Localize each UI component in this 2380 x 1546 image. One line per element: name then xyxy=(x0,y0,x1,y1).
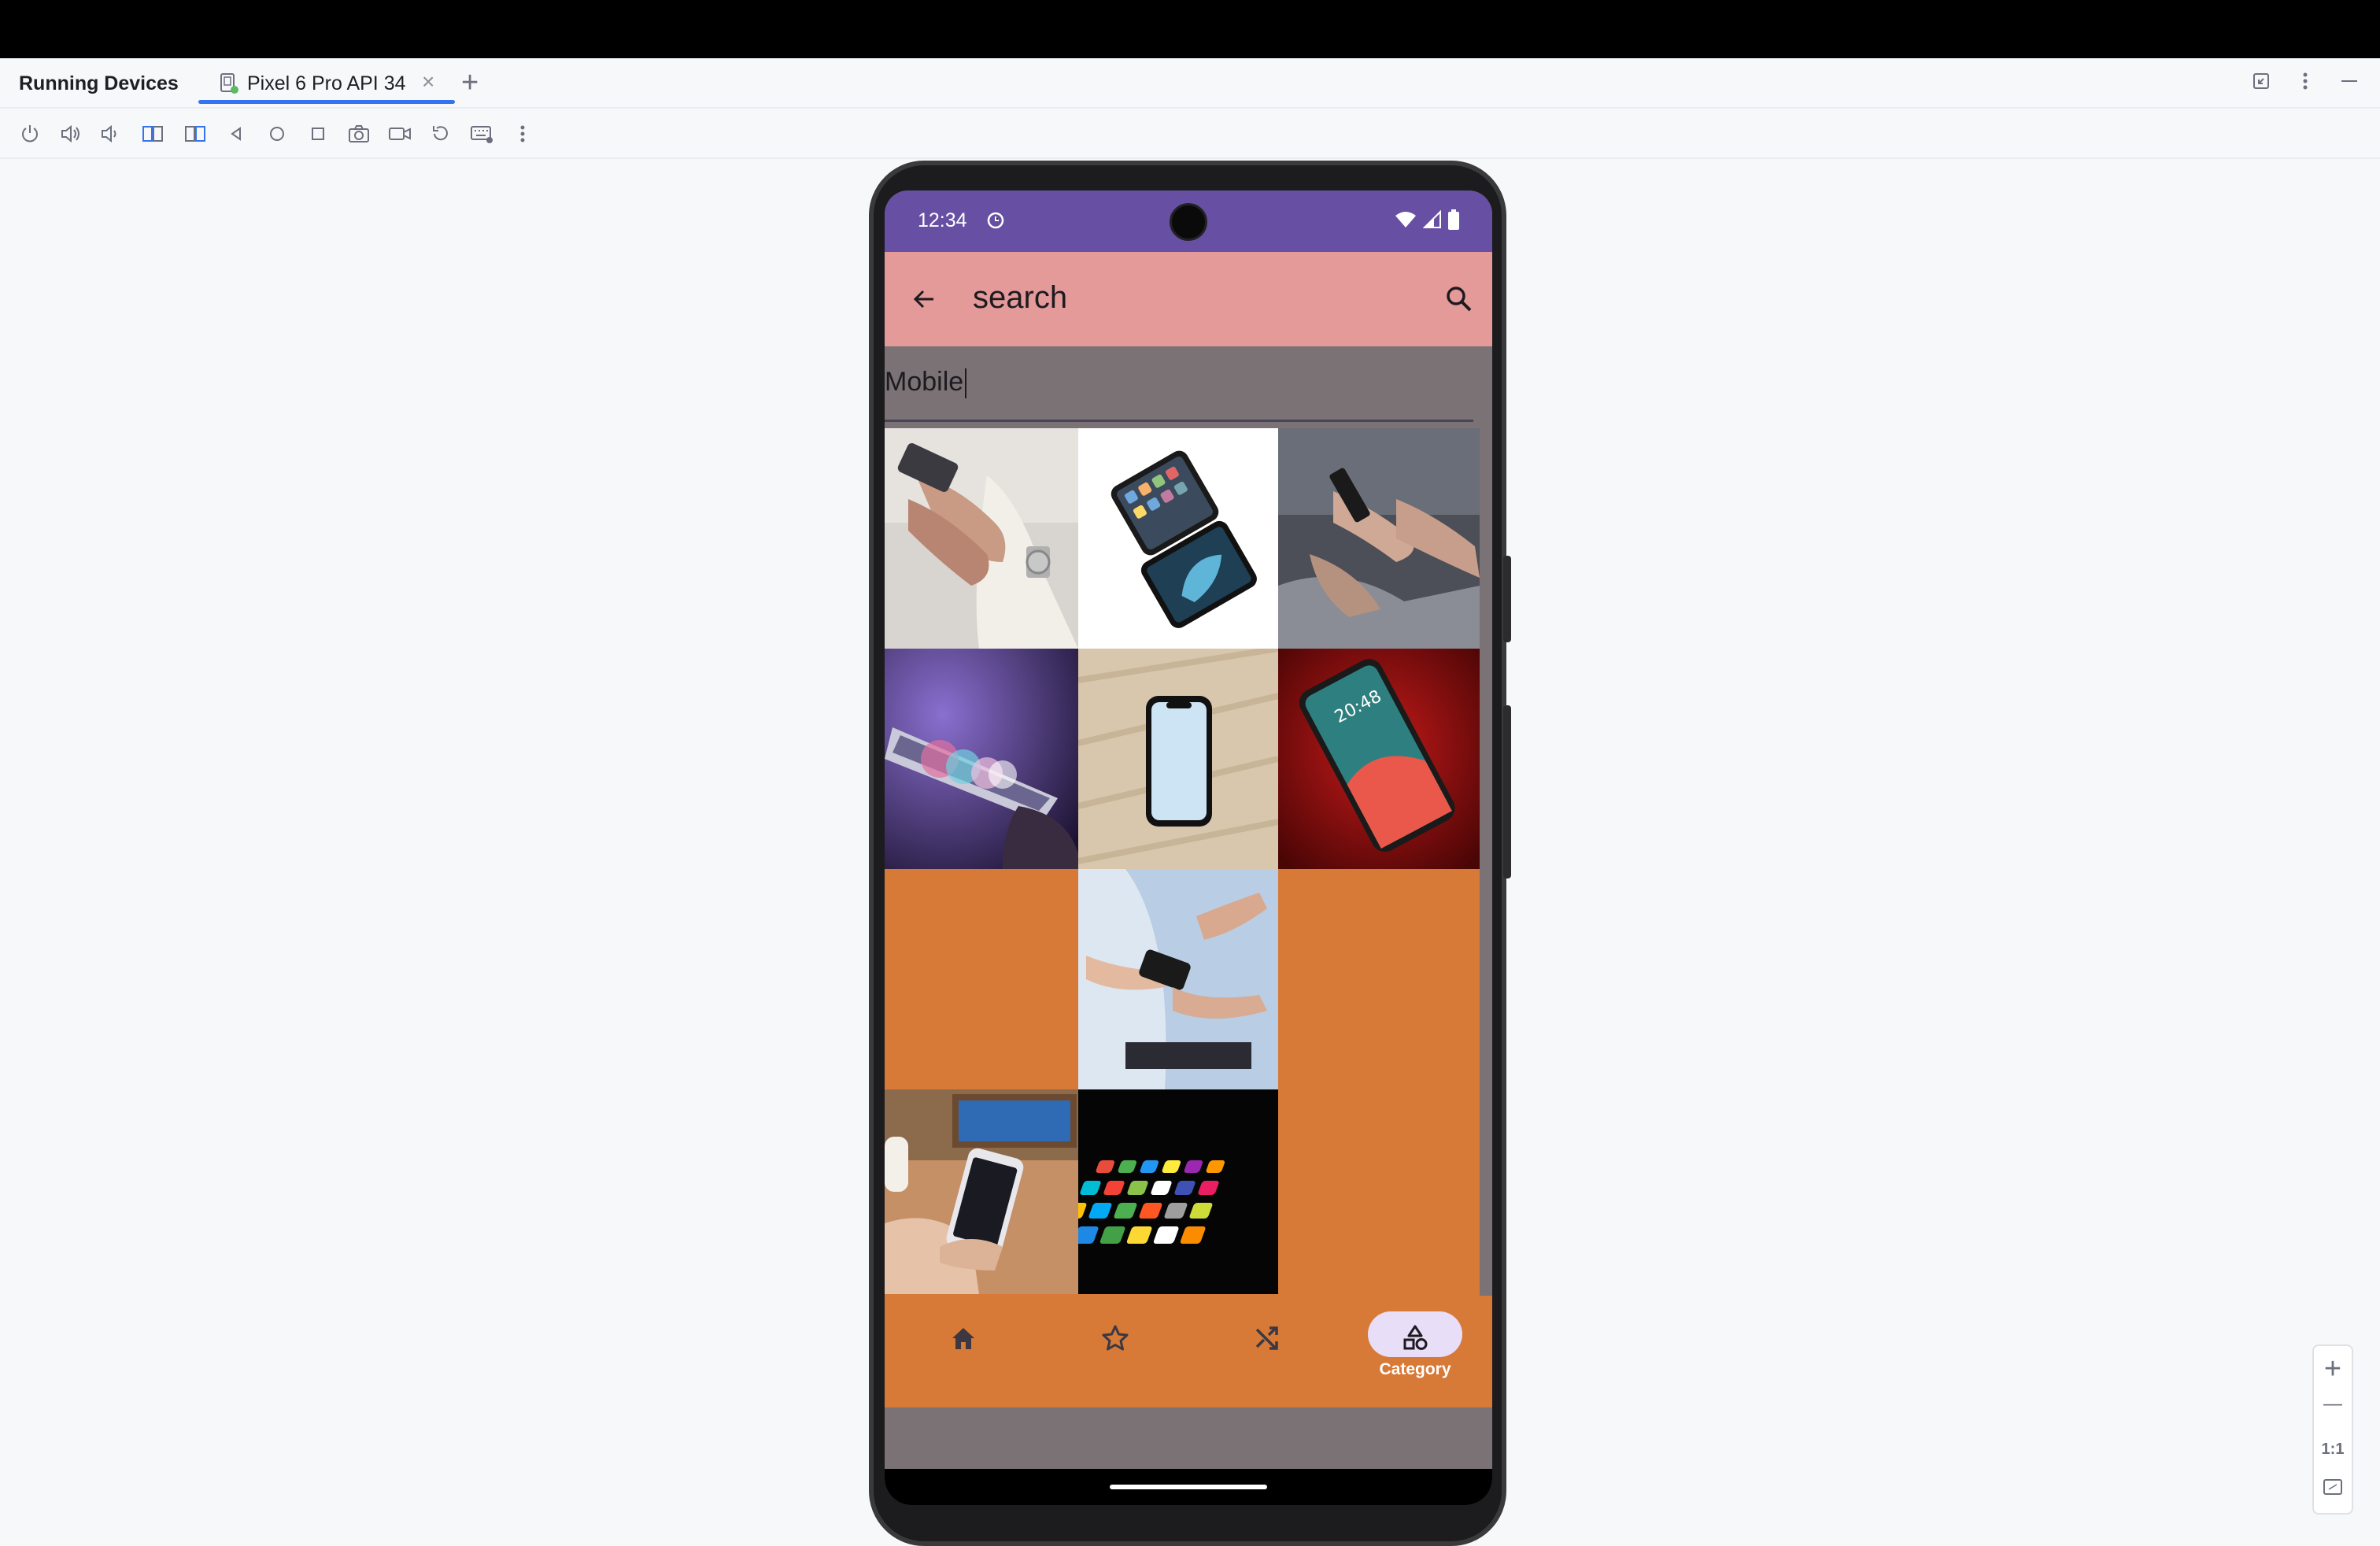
battery-icon xyxy=(1448,209,1459,234)
device-icon xyxy=(219,72,239,94)
nav-item-category[interactable]: Category xyxy=(1368,1311,1462,1390)
grid-empty-tile xyxy=(1278,869,1480,1310)
restore-icon[interactable] xyxy=(2251,69,2271,93)
close-tab-icon[interactable]: × xyxy=(422,69,434,94)
volume-down-icon[interactable] xyxy=(98,121,123,146)
back-icon[interactable] xyxy=(224,121,249,146)
alarm-icon xyxy=(985,209,1006,230)
zoom-in-button[interactable]: + xyxy=(2314,1352,2352,1386)
search-icon[interactable] xyxy=(1440,280,1478,318)
gesture-handle[interactable] xyxy=(1110,1485,1267,1489)
zoom-controls: + — 1:1 xyxy=(2312,1344,2353,1515)
grid-image-tile[interactable] xyxy=(1078,428,1278,649)
zoom-out-button[interactable]: — xyxy=(2314,1393,2352,1415)
volume-rocker xyxy=(1503,705,1511,878)
front-camera xyxy=(1170,203,1207,241)
grid-image-tile[interactable] xyxy=(1078,1089,1278,1294)
device-screen: 12:34 search Mobile 20:48 Category xyxy=(885,190,1492,1505)
power-button xyxy=(1503,556,1511,642)
nav-label-category: Category xyxy=(1379,1360,1451,1378)
search-input[interactable]: Mobile xyxy=(885,346,1473,422)
status-time: 12:34 xyxy=(918,209,967,231)
volume-up-icon[interactable] xyxy=(58,121,83,146)
nav-item-home[interactable] xyxy=(916,1311,1011,1390)
image-grid: 20:48 xyxy=(885,428,1480,1316)
text-caret xyxy=(965,368,967,399)
more-icon[interactable] xyxy=(510,121,535,146)
status-icons xyxy=(1395,209,1459,234)
search-input-value: Mobile xyxy=(885,367,967,399)
app-bar-title: search xyxy=(973,280,1068,315)
bottom-navigation: Category xyxy=(885,1296,1492,1407)
wifi-icon xyxy=(1395,210,1417,233)
status-bar: 12:34 xyxy=(885,190,1492,252)
add-tab-button[interactable]: + xyxy=(461,66,479,100)
tab-pixel-6-pro[interactable]: Pixel 6 Pro API 34 × xyxy=(198,58,455,109)
category-icon xyxy=(1399,1322,1431,1354)
nav-item-favorites[interactable] xyxy=(1068,1311,1162,1390)
more-icon[interactable] xyxy=(2295,69,2315,93)
rotate-left-icon[interactable] xyxy=(140,121,165,146)
actual-size-button[interactable]: 1:1 xyxy=(2314,1441,2352,1459)
grid-empty-tile xyxy=(885,869,1078,1089)
star-icon xyxy=(1099,1322,1131,1354)
panel-title: Running Devices xyxy=(19,72,179,94)
reset-icon[interactable] xyxy=(428,121,453,146)
device-toolbar xyxy=(0,110,2380,159)
window-buttons xyxy=(2251,69,2360,93)
power-icon[interactable] xyxy=(17,121,42,146)
grid-image-tile[interactable] xyxy=(1078,869,1278,1089)
grid-image-tile[interactable] xyxy=(1078,649,1278,869)
tab-label: Pixel 6 Pro API 34 xyxy=(247,72,406,94)
top-app-bar: search xyxy=(885,252,1492,346)
nav-item-shuffle[interactable] xyxy=(1220,1311,1314,1390)
arrow-back-icon[interactable] xyxy=(905,280,943,318)
grid-image-tile[interactable] xyxy=(1278,428,1480,649)
tab-selected-indicator xyxy=(198,100,455,104)
screen-record-icon[interactable] xyxy=(387,121,412,146)
grid-image-tile[interactable] xyxy=(885,649,1078,869)
top-black-bar xyxy=(0,0,2380,58)
tab-row: Running Devices Pixel 6 Pro API 34 × + xyxy=(0,58,2380,109)
gesture-navigation-bar xyxy=(885,1469,1492,1505)
home-icon xyxy=(948,1322,979,1354)
rotate-right-icon[interactable] xyxy=(183,121,208,146)
fit-screen-icon[interactable] xyxy=(2314,1477,2352,1501)
keyboard-icon[interactable] xyxy=(469,121,494,146)
signal-icon xyxy=(1422,209,1442,233)
screenshot-icon[interactable] xyxy=(346,121,371,146)
overview-icon[interactable] xyxy=(305,121,331,146)
shuffle-icon xyxy=(1251,1322,1283,1354)
grid-image-tile[interactable] xyxy=(885,1089,1078,1294)
grid-image-tile[interactable] xyxy=(885,428,1078,649)
minimize-icon[interactable] xyxy=(2339,69,2360,93)
grid-image-tile[interactable]: 20:48 xyxy=(1278,649,1480,869)
home-icon[interactable] xyxy=(264,121,290,146)
